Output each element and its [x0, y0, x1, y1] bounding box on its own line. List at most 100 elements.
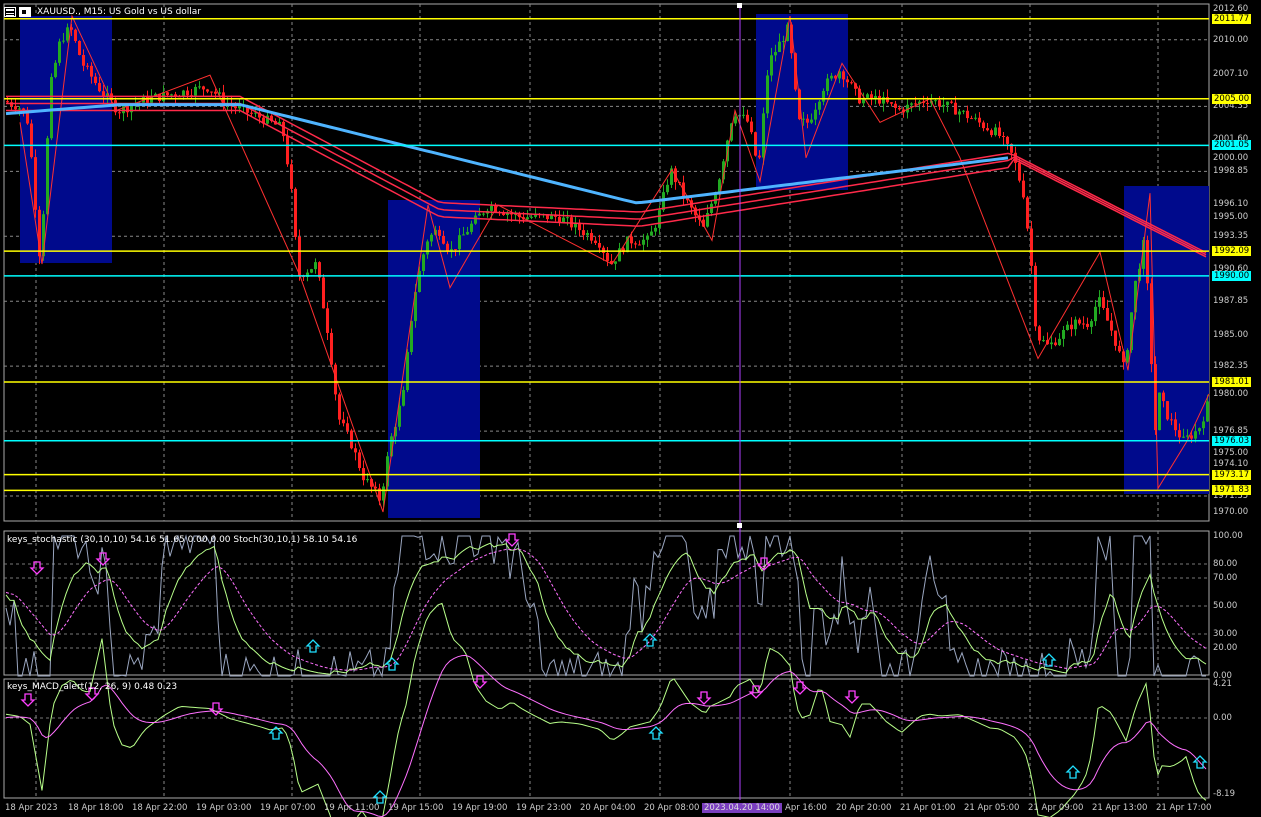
- chart-canvas[interactable]: [0, 0, 1261, 817]
- candle-body: [606, 252, 609, 261]
- candle-body: [1166, 401, 1169, 420]
- stoch-k-line: [5, 542, 1207, 675]
- candle-body: [1066, 324, 1069, 331]
- candle-body: [666, 184, 669, 193]
- candle-body: [402, 390, 405, 406]
- candle-body: [442, 235, 445, 244]
- candle-body: [54, 62, 57, 78]
- candle-body: [602, 247, 605, 253]
- candle-body: [490, 205, 493, 211]
- candle-body: [1178, 430, 1181, 438]
- price-axis-label: 1995.00: [1213, 211, 1249, 222]
- candle-body: [1090, 321, 1093, 327]
- sell-arrow-icon: [844, 690, 860, 704]
- candle-body: [946, 101, 949, 105]
- candle-body: [634, 243, 637, 245]
- price-axis-label: 2007.10: [1213, 68, 1249, 79]
- level-price-tag: 1976.03: [1212, 435, 1252, 446]
- candle-body: [642, 239, 645, 245]
- sell-arrow-icon: [20, 693, 36, 707]
- stoch-axis-label: 100.00: [1213, 531, 1243, 541]
- candle-body: [734, 116, 737, 124]
- price-axis-label: 1976.85: [1213, 426, 1249, 437]
- candle-body: [1050, 342, 1053, 345]
- candle-body: [30, 123, 33, 158]
- candle-body: [478, 213, 481, 216]
- crosshair-handle: [737, 3, 742, 8]
- time-axis-label: 18 Apr 2023: [5, 803, 58, 813]
- candle-body: [26, 112, 29, 124]
- candle-body: [98, 83, 101, 92]
- chart-title-bar: XAUUSD., M15: US Gold vs US dollar: [4, 5, 201, 19]
- candle-body: [758, 155, 761, 158]
- candle-body: [1078, 319, 1081, 324]
- sell-arrow-icon: [696, 691, 712, 705]
- time-axis-label: 19 Apr 23:00: [516, 803, 572, 813]
- candle-body: [1162, 392, 1165, 402]
- macd-pane-border: [3, 678, 1210, 799]
- candle-body: [950, 101, 953, 103]
- candle-body: [1006, 136, 1009, 144]
- candle-body: [426, 241, 429, 255]
- candle-body: [1170, 419, 1173, 421]
- stoch-axis-label: 20.00: [1213, 643, 1238, 653]
- candle-body: [50, 77, 53, 139]
- candle-body: [298, 236, 301, 277]
- candle-body: [286, 136, 289, 165]
- supply-demand-zone: [756, 14, 848, 190]
- candle-body: [58, 41, 61, 63]
- candle-body: [526, 217, 529, 220]
- candle-body: [850, 82, 853, 84]
- candle-body: [870, 94, 873, 99]
- level-price-tag: 1981.01: [1212, 376, 1252, 387]
- candle-body: [910, 103, 913, 105]
- candle-body: [806, 118, 809, 123]
- candle-body: [778, 41, 781, 53]
- candle-body: [94, 76, 97, 84]
- time-axis-label: Apr 16:00: [785, 803, 827, 813]
- candle-body: [202, 86, 205, 90]
- candle-body: [934, 100, 937, 102]
- candle-body: [598, 243, 601, 248]
- candle-body: [1062, 330, 1065, 339]
- candle-body: [78, 41, 81, 55]
- candle-body: [46, 138, 49, 215]
- time-axis-label: 19 Apr 19:00: [452, 803, 508, 813]
- main-pane-border: [3, 3, 1210, 522]
- candles: [6, 22, 1209, 508]
- candle-body: [742, 114, 745, 116]
- candle-body: [354, 448, 357, 453]
- candle-body: [446, 243, 449, 251]
- candle-body: [770, 55, 773, 76]
- candle-body: [970, 118, 973, 120]
- chart-window-icon[interactable]: [19, 7, 31, 17]
- candle-body: [322, 277, 325, 309]
- time-axis-label: 19 Apr 03:00: [196, 803, 252, 813]
- candle-body: [1030, 228, 1033, 266]
- candle-body: [762, 113, 765, 158]
- level-price-tag: 1992.09: [1212, 246, 1252, 257]
- supply-demand-zone: [388, 200, 480, 518]
- price-axis-label: 1998.85: [1213, 166, 1249, 177]
- chart-menu-icon[interactable]: [4, 7, 16, 17]
- candle-body: [250, 112, 253, 114]
- candle-body: [1158, 392, 1161, 431]
- candle-body: [438, 229, 441, 236]
- candle-body: [470, 223, 473, 232]
- buy-arrow-icon: [305, 639, 321, 653]
- candle-body: [990, 130, 993, 136]
- candle-body: [1038, 326, 1041, 341]
- sell-arrow-icon: [95, 552, 111, 566]
- candle-body: [102, 91, 105, 97]
- candle-body: [994, 127, 997, 136]
- candle-body: [214, 91, 217, 94]
- candle-body: [1198, 428, 1201, 432]
- candle-body: [462, 234, 465, 236]
- candle-body: [454, 249, 457, 251]
- candle-body: [1094, 306, 1097, 322]
- crosshair-handle: [737, 523, 742, 528]
- candle-body: [1042, 340, 1045, 342]
- candle-body: [926, 102, 929, 104]
- price-axis-label: 1975.00: [1213, 447, 1249, 458]
- stoch-axis-label: 80.00: [1213, 559, 1238, 569]
